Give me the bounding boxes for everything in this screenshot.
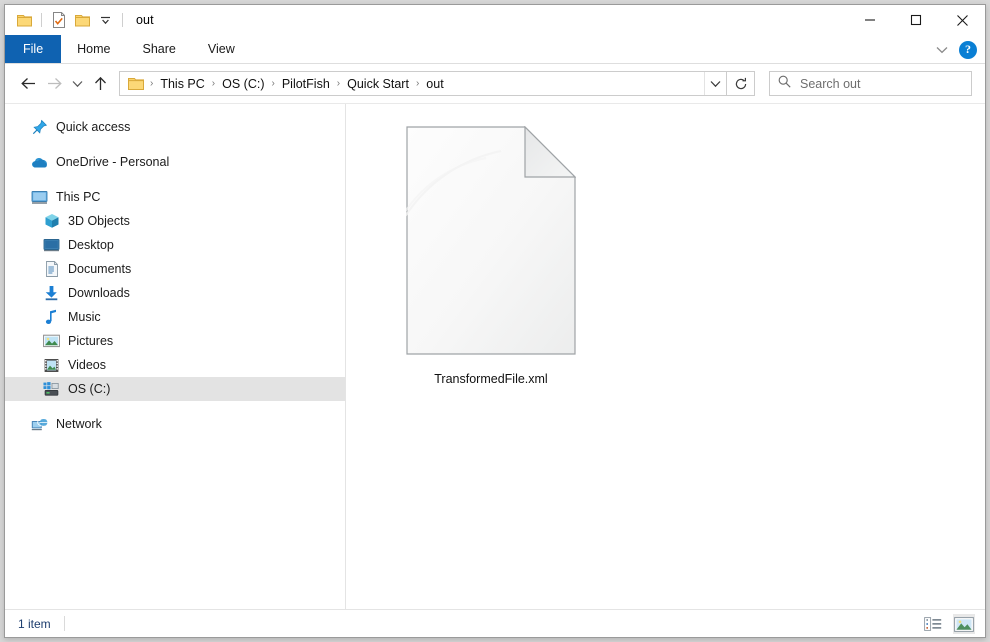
sidebar-item-label: Downloads [68,286,130,300]
sidebar-item-videos[interactable]: Videos [5,353,345,377]
pin-icon [31,119,48,136]
chevron-down-icon-ribbon[interactable] [934,42,950,58]
window-title: out [136,13,154,27]
back-button[interactable] [15,71,41,97]
sidebar-item-label: Documents [68,262,132,276]
monitor-icon [31,189,48,206]
sidebar-item-label: Network [56,417,102,431]
music-note-icon [43,309,60,326]
sidebar-item-quick-access[interactable]: Quick access [5,115,345,139]
sidebar-item-network[interactable]: Network [5,412,345,436]
close-button[interactable] [939,5,985,35]
sidebar-item-downloads[interactable]: Downloads [5,281,345,305]
search-box[interactable] [769,71,972,96]
window-body: Quick access OneDrive - Personal This PC… [5,103,985,609]
file-item[interactable]: TransformedFile.xml [380,118,577,386]
tab-view[interactable]: View [192,35,251,63]
toolbar-separator [41,13,42,27]
search-input[interactable] [800,76,950,91]
minimize-button[interactable] [847,5,893,35]
videos-icon [43,357,60,374]
explorer-window: out File Home Share View ? › This PC › O… [4,4,986,638]
status-separator [63,616,65,631]
properties-icon[interactable] [49,10,69,30]
tab-file[interactable]: File [5,35,62,63]
breadcrumb-out[interactable]: out [423,77,446,91]
ribbon-right-controls: ? [934,35,977,64]
file-name-label: TransformedFile.xml [434,372,548,386]
network-icon [31,416,48,433]
sidebar-item-3d-objects[interactable]: 3D Objects [5,209,345,233]
sidebar-item-music[interactable]: Music [5,305,345,329]
title-bar: out [5,5,985,35]
folder-icon[interactable] [14,10,34,30]
quick-access-toolbar: out [5,10,154,30]
status-bar: 1 item [5,609,985,637]
sidebar-item-onedrive[interactable]: OneDrive - Personal [5,150,345,174]
pictures-icon [43,333,60,350]
sidebar-item-label: Music [68,310,101,324]
new-folder-icon[interactable] [72,10,92,30]
breadcrumb-pilotfish[interactable]: PilotFish [279,77,333,91]
cloud-icon [31,154,48,171]
view-buttons [922,610,975,638]
tab-home[interactable]: Home [61,35,126,63]
breadcrumb-quick-start[interactable]: Quick Start [344,77,412,91]
up-button[interactable] [87,71,113,97]
navigation-pane: Quick access OneDrive - Personal This PC… [5,104,346,609]
xml-document-icon [380,125,577,355]
sidebar-item-label: 3D Objects [68,214,130,228]
sidebar-item-label: Desktop [68,238,114,252]
breadcrumb: › This PC › OS (C:) › PilotFish › Quick … [120,77,704,91]
file-list-pane[interactable]: TransformedFile.xml [346,104,985,609]
documents-icon [43,261,60,278]
large-icons-view-button[interactable] [953,614,975,634]
breadcrumb-separator: › [211,78,216,89]
sidebar-item-label: OS (C:) [68,382,111,396]
sidebar-item-label: This PC [56,190,101,204]
sidebar-item-label: Videos [68,358,106,372]
sidebar-item-desktop[interactable]: Desktop [5,233,345,257]
tab-share[interactable]: Share [127,35,192,63]
sidebar-item-os-c[interactable]: OS (C:) [5,377,345,401]
sidebar-item-pictures[interactable]: Pictures [5,329,345,353]
window-controls [847,5,985,35]
file-grid: TransformedFile.xml [346,118,985,386]
navigation-bar: › This PC › OS (C:) › PilotFish › Quick … [5,64,985,103]
forward-button[interactable] [41,71,67,97]
breadcrumb-os-c[interactable]: OS (C:) [219,77,267,91]
sidebar-item-label: Pictures [68,334,114,348]
desktop-icon [43,237,60,254]
address-dropdown-button[interactable] [704,72,726,95]
toolbar-separator-2 [122,13,123,27]
breadcrumb-separator: › [271,78,275,89]
breadcrumb-folder-icon [128,77,144,91]
details-view-button[interactable] [922,614,944,634]
recent-locations-button[interactable] [67,71,87,97]
download-icon [43,285,60,302]
search-icon [778,75,791,93]
ribbon-tab-bar: File Home Share View ? [5,35,985,64]
sidebar-item-this-pc[interactable]: This PC [5,185,345,209]
maximize-button[interactable] [893,5,939,35]
sidebar-item-label: Quick access [56,120,131,134]
breadcrumb-this-pc[interactable]: This PC [157,77,207,91]
cube-icon [43,213,60,230]
sidebar-item-label: OneDrive - Personal [56,155,170,169]
item-count-label: 1 item [18,616,51,631]
address-bar[interactable]: › This PC › OS (C:) › PilotFish › Quick … [119,71,727,96]
help-button[interactable]: ? [959,40,977,59]
breadcrumb-separator: › [150,78,154,89]
sidebar-item-documents[interactable]: Documents [5,257,345,281]
breadcrumb-separator: › [415,78,420,89]
chevron-down-icon[interactable] [95,10,115,30]
refresh-button[interactable] [727,71,755,96]
breadcrumb-separator: › [336,78,341,89]
hard-drive-icon [43,381,60,398]
